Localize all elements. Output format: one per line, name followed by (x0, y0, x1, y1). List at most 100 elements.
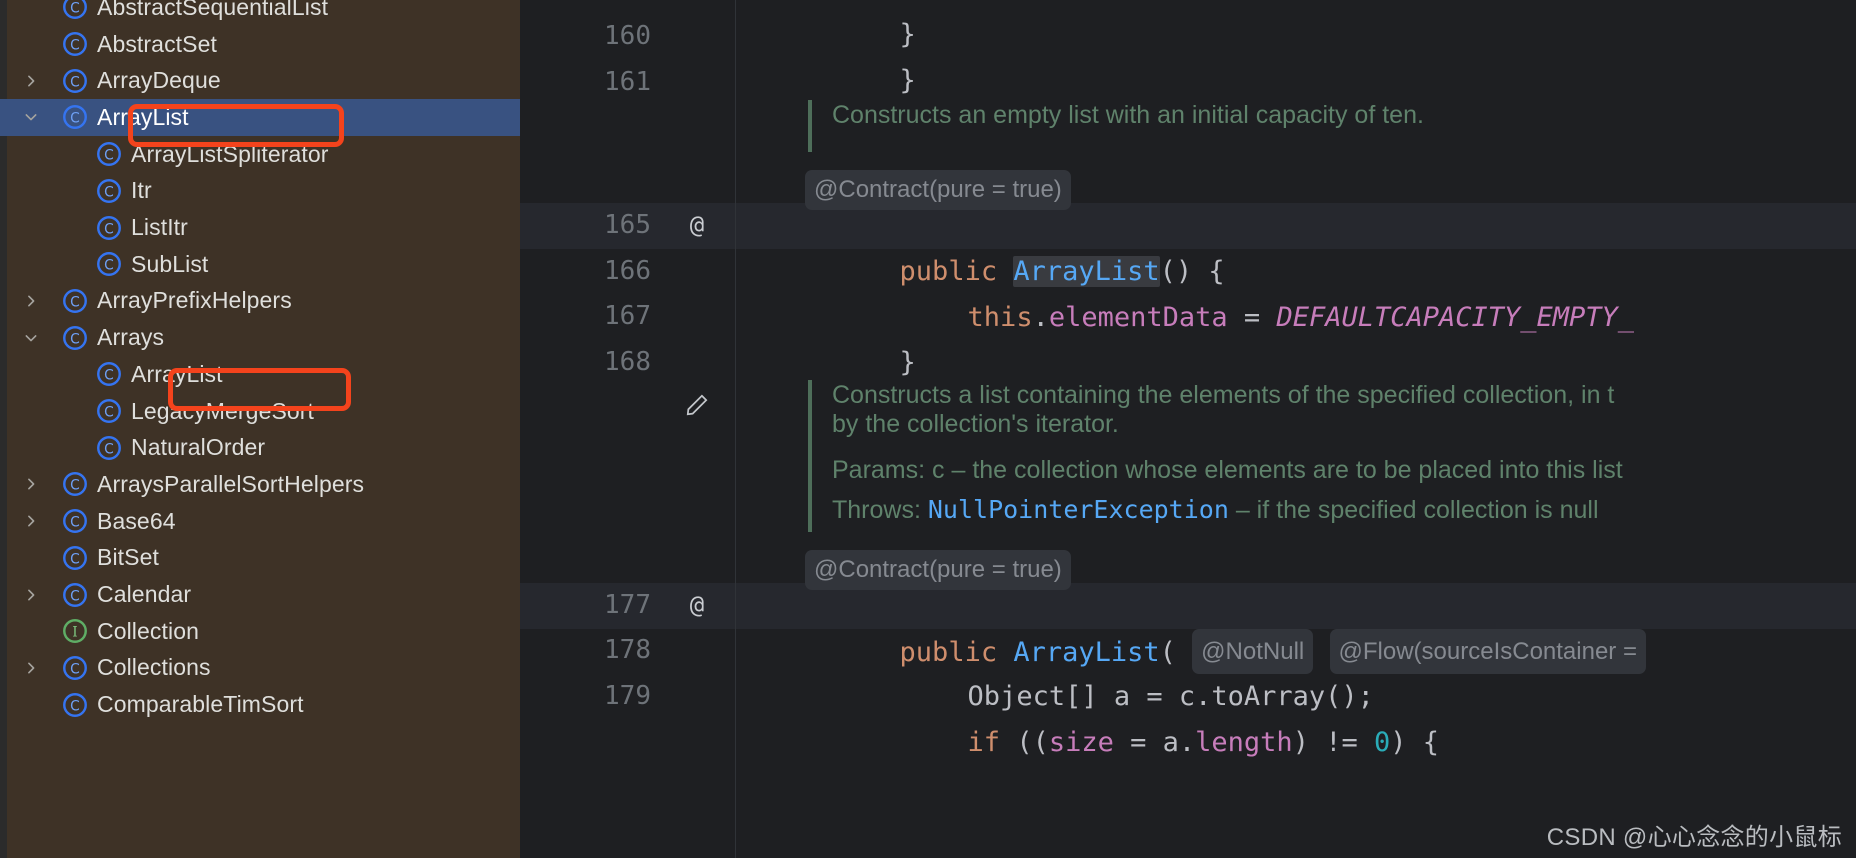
tree-item-label: ArraysParallelSortHelpers (97, 470, 365, 497)
svg-text:C: C (104, 148, 114, 164)
tree-item-label: Arrays (97, 324, 165, 351)
tree-item-arraydeque[interactable]: C ArrayDeque (0, 62, 520, 99)
tree-item-label: AbstractSequentialList (97, 0, 329, 20)
javadoc-throws-text: – if the specified collection is null (1228, 496, 1599, 524)
code-field: length (1195, 726, 1293, 758)
tree-item-legacymergesort[interactable]: C LegacyMergeSort (0, 393, 520, 430)
interface-icon: I (62, 618, 88, 644)
tree-item-sublist[interactable]: C SubList (0, 246, 520, 283)
tree-item-arraylist[interactable]: C ArrayList (0, 99, 520, 136)
class-icon: C (96, 215, 122, 241)
tree-item-label: AbstractSet (97, 30, 217, 57)
tree-item-arraysparallelsorthelpers[interactable]: C ArraysParallelSortHelpers (0, 466, 520, 503)
code-line[interactable]: this.elementData = DEFAULTCAPACITY_EMPTY… (870, 249, 1635, 386)
tree-item-bitset[interactable]: C BitSet (0, 540, 520, 577)
line-number: 178 (604, 635, 651, 665)
svg-text:C: C (104, 368, 114, 384)
chevron-right-icon[interactable] (20, 657, 42, 679)
override-method-marker[interactable]: @ (680, 203, 714, 249)
tree-item-label: SubList (131, 250, 209, 277)
tree-item-abstractset[interactable]: C AbstractSet (0, 26, 520, 63)
svg-text:C: C (70, 551, 80, 567)
javadoc-throws-type[interactable]: NullPointerException (928, 495, 1229, 524)
class-icon: C (62, 104, 88, 130)
svg-text:C: C (70, 37, 80, 53)
code-line[interactable]: if ((size = a.length) != 0) { (870, 674, 1439, 811)
svg-text:I: I (72, 625, 77, 641)
tree-item-label: ArrayDeque (97, 67, 221, 94)
tree-item-arrayprefixhelpers[interactable]: C ArrayPrefixHelpers (0, 283, 520, 320)
code-token: (( (1000, 726, 1049, 758)
code-constant: DEFAULTCAPACITY_EMPTY_ (1276, 301, 1635, 333)
tree-item-label: NaturalOrder (131, 434, 266, 461)
watermark: CSDN @心心念念的小鼠标 (1546, 824, 1842, 851)
chevron-right-icon[interactable] (20, 290, 42, 312)
class-icon: C (96, 251, 122, 277)
class-icon: C (96, 398, 122, 424)
tree-item-comparabletimsort[interactable]: C ComparableTimSort (0, 686, 520, 723)
tree-item-label: ComparableTimSort (97, 691, 304, 718)
override-method-marker[interactable]: @ (680, 583, 714, 629)
class-icon: C (62, 325, 88, 351)
svg-text:C: C (70, 515, 80, 531)
svg-text:C: C (104, 258, 114, 274)
class-icon: C (62, 582, 88, 608)
line-number: 165 (604, 210, 651, 240)
line-number: 168 (604, 347, 651, 377)
code-token: ) != (1292, 726, 1374, 758)
tree-item-base64[interactable]: C Base64 (0, 503, 520, 540)
javadoc-text: Constructs an empty list with an initial… (832, 101, 1424, 129)
class-icon: C (96, 141, 122, 167)
tree-item-label: ArrayPrefixHelpers (97, 287, 292, 314)
chevron-right-icon[interactable] (20, 70, 42, 92)
svg-text:C: C (70, 294, 80, 310)
chevron-down-icon[interactable] (20, 106, 42, 128)
tree-item-label: Calendar (97, 581, 192, 608)
tree-item-label: LegacyMergeSort (131, 397, 315, 424)
svg-text:C: C (70, 331, 80, 347)
chevron-down-icon[interactable] (20, 327, 42, 349)
chevron-right-icon[interactable] (20, 510, 42, 532)
ide-window: C AbstractSequentialList C AbstractSet C Arra… (0, 0, 1856, 858)
svg-text:C: C (104, 184, 114, 200)
class-icon: C (62, 0, 88, 20)
tree-item-listitr[interactable]: C ListItr (0, 209, 520, 246)
class-icon: C (62, 471, 88, 497)
class-icon: C (96, 178, 122, 204)
tree-item-arraylistspliterator[interactable]: C ArrayListSpliterator (0, 136, 520, 173)
code-token: ) { (1390, 726, 1440, 758)
code-keyword: if (967, 726, 1001, 758)
javadoc-throws: Throws: NullPointerException – if the sp… (832, 487, 1599, 534)
tree-item-arraylist[interactable]: C ArrayList (0, 356, 520, 393)
class-icon: C (96, 435, 122, 461)
javadoc-throws-label: Throws: (832, 496, 921, 524)
pencil-icon[interactable] (682, 392, 712, 418)
code-editor[interactable]: 160 161 165 166 167 168 177 178 179 @ @ … (520, 0, 1856, 858)
tree-item-calendar[interactable]: C Calendar (0, 576, 520, 613)
tree-item-label: ListItr (131, 214, 188, 241)
tree-item-itr[interactable]: C Itr (0, 173, 520, 210)
line-number: 179 (604, 681, 651, 711)
tree-item-naturalorder[interactable]: C NaturalOrder (0, 429, 520, 466)
tree-item-label: ArrayListSpliterator (131, 140, 329, 167)
svg-text:C: C (104, 221, 114, 237)
svg-text:C: C (70, 698, 80, 714)
tree-item-abstractsequentiallist[interactable]: C AbstractSequentialList (0, 0, 520, 26)
chevron-right-icon[interactable] (20, 473, 42, 495)
javadoc-params-text: c – the collection whose elements are to… (925, 456, 1623, 484)
chevron-right-icon[interactable] (20, 584, 42, 606)
tree-item-label: Collection (97, 617, 199, 644)
svg-text:C: C (70, 111, 80, 127)
svg-text:C: C (70, 661, 80, 677)
tree-item-collections[interactable]: C Collections (0, 650, 520, 687)
line-number: 166 (604, 256, 651, 286)
tree-item-arrays[interactable]: C Arrays (0, 319, 520, 356)
project-tree-panel[interactable]: C AbstractSequentialList C AbstractSet C Arra… (0, 0, 520, 858)
tree-item-collection[interactable]: I Collection (0, 613, 520, 650)
code-field: elementData (1048, 301, 1228, 333)
class-icon: C (62, 692, 88, 718)
tree-item-label: Base64 (97, 507, 176, 534)
class-icon: C (62, 31, 88, 57)
inlay-hint-flow[interactable]: @Flow(sourceIsContainer = (1329, 628, 1646, 674)
code-token: = a. (1113, 726, 1196, 758)
